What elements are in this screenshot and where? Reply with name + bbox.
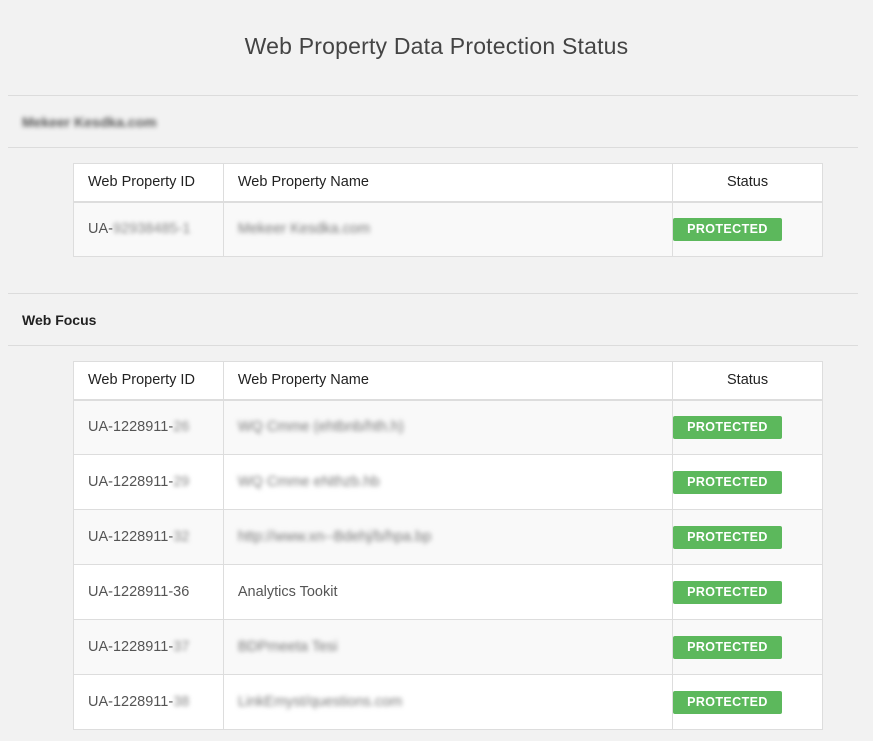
property-id-cell: UA-92938485-1 — [73, 201, 224, 257]
property-id-prefix: UA-1228911- — [88, 419, 174, 436]
property-table: Web Property ID Web Property Name Status… — [73, 361, 823, 730]
property-name-cell: Mekeer Kesdka.com — [222, 201, 674, 257]
property-id-prefix: UA-1228911-36 — [88, 584, 190, 600]
property-name: Analytics Tookit — [237, 584, 338, 600]
property-name: BDPmeeta Tesi — [237, 639, 338, 655]
column-header-id[interactable]: Web Property ID — [73, 361, 224, 401]
status-badge: PROTECTED — [673, 635, 782, 659]
account-name: Mekeer Kesdka.com — [22, 114, 157, 130]
table-row[interactable]: UA-1228911-37 BDPmeeta Tesi PROTECTED — [73, 619, 823, 675]
property-name: WQ Cmme eNthzb.hb — [237, 474, 380, 490]
status-badge: PROTECTED — [673, 690, 782, 714]
property-id-suffix: 38 — [173, 694, 190, 710]
status-cell: PROTECTED — [672, 509, 823, 565]
status-cell: PROTECTED — [672, 564, 823, 620]
page-title: Web Property Data Protection Status — [244, 33, 629, 59]
property-id-cell: UA-1228911-38 — [73, 674, 224, 730]
account-name: Web Focus — [22, 312, 97, 328]
property-id-cell: UA-1228911-37 — [73, 619, 224, 675]
status-cell: PROTECTED — [672, 399, 823, 455]
property-table: Web Property ID Web Property Name Status… — [73, 163, 823, 257]
divider — [8, 95, 858, 96]
table-row[interactable]: UA-1228911-29 WQ Cmme eNthzb.hb PROTECTE… — [73, 454, 823, 510]
property-id-prefix: UA-1228911- — [88, 474, 174, 490]
property-id-prefix: UA-1228911- — [88, 694, 174, 710]
status-cell: PROTECTED — [672, 619, 823, 675]
property-name: http://www.xn--Bdehj/b/hpa.bp — [237, 529, 432, 545]
property-id-suffix: 37 — [173, 639, 190, 655]
table-row[interactable]: UA-92938485-1 Mekeer Kesdka.com PROTECTE… — [73, 201, 823, 257]
property-id-prefix: UA-1228911- — [88, 639, 174, 655]
property-id-prefix: UA-1228911- — [88, 529, 174, 545]
property-name-cell: http://www.xn--Bdehj/b/hpa.bp — [222, 509, 674, 565]
table-row[interactable]: UA-1228911-38 LinkEmyst/questions.com PR… — [73, 674, 823, 730]
status-badge: PROTECTED — [673, 415, 782, 439]
property-name-cell: WQ Cmme eNthzb.hb — [222, 454, 674, 510]
divider — [8, 293, 858, 294]
divider — [8, 147, 858, 148]
column-header-id[interactable]: Web Property ID — [73, 163, 224, 203]
property-id-suffix: 92938485-1 — [112, 221, 191, 238]
column-header-name[interactable]: Web Property Name — [222, 163, 674, 203]
status-badge: PROTECTED — [673, 470, 782, 494]
status-cell: PROTECTED — [672, 454, 823, 510]
property-id-cell: UA-1228911-26 — [73, 399, 224, 455]
column-header-status[interactable]: Status — [672, 163, 823, 203]
property-id-suffix: 26 — [173, 419, 190, 436]
property-name: WQ Cmme (ehtbnb/hth.h) — [237, 419, 404, 436]
status-badge: PROTECTED — [673, 217, 782, 241]
property-name-cell: BDPmeeta Tesi — [222, 619, 674, 675]
property-id-cell: UA-1228911-36 — [73, 564, 224, 620]
status-cell: PROTECTED — [672, 201, 823, 257]
status-badge: PROTECTED — [673, 525, 782, 549]
table-row[interactable]: UA-1228911-36 Analytics Tookit PROTECTED — [73, 564, 823, 620]
column-header-status[interactable]: Status — [672, 361, 823, 401]
status-badge: PROTECTED — [673, 580, 782, 604]
property-name-cell: Analytics Tookit — [222, 564, 674, 620]
column-header-name[interactable]: Web Property Name — [222, 361, 674, 401]
table-header-row: Web Property ID Web Property Name Status — [73, 361, 823, 401]
status-cell: PROTECTED — [672, 674, 823, 730]
property-name-cell: WQ Cmme (ehtbnb/hth.h) — [222, 399, 674, 455]
property-id-prefix: UA- — [88, 221, 113, 238]
property-name: LinkEmyst/questions.com — [237, 694, 403, 710]
table-row[interactable]: UA-1228911-26 WQ Cmme (ehtbnb/hth.h) PRO… — [73, 399, 823, 455]
property-name: Mekeer Kesdka.com — [237, 221, 371, 238]
property-id-suffix: 32 — [173, 529, 190, 545]
divider — [8, 345, 858, 346]
property-name-cell: LinkEmyst/questions.com — [222, 674, 674, 730]
table-header-row: Web Property ID Web Property Name Status — [73, 163, 823, 203]
property-id-cell: UA-1228911-32 — [73, 509, 224, 565]
property-id-cell: UA-1228911-29 — [73, 454, 224, 510]
property-id-suffix: 29 — [173, 474, 190, 490]
table-row[interactable]: UA-1228911-32 http://www.xn--Bdehj/b/hpa… — [73, 509, 823, 565]
page: Web Property Data Protection Status Meke… — [0, 0, 873, 741]
